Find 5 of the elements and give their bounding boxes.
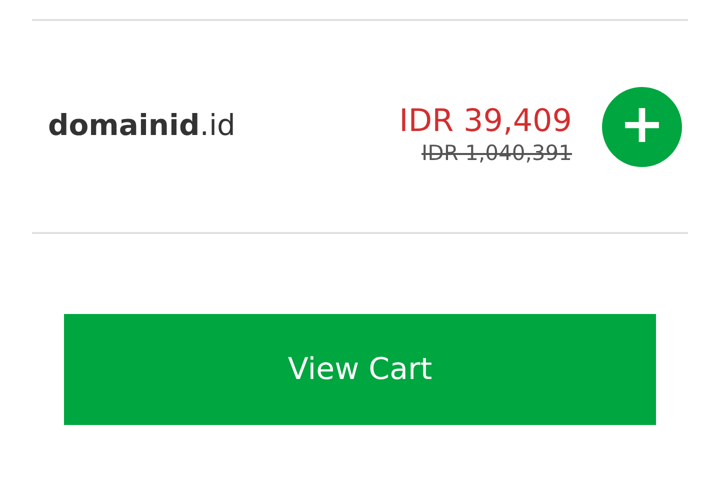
original-price: IDR 1,040,391 bbox=[421, 140, 572, 164]
price: IDR 39,409 bbox=[399, 102, 572, 138]
domain-name: domainid.id bbox=[48, 108, 236, 142]
view-cart-button[interactable]: View Cart bbox=[64, 314, 656, 425]
add-button[interactable]: + bbox=[602, 86, 682, 166]
